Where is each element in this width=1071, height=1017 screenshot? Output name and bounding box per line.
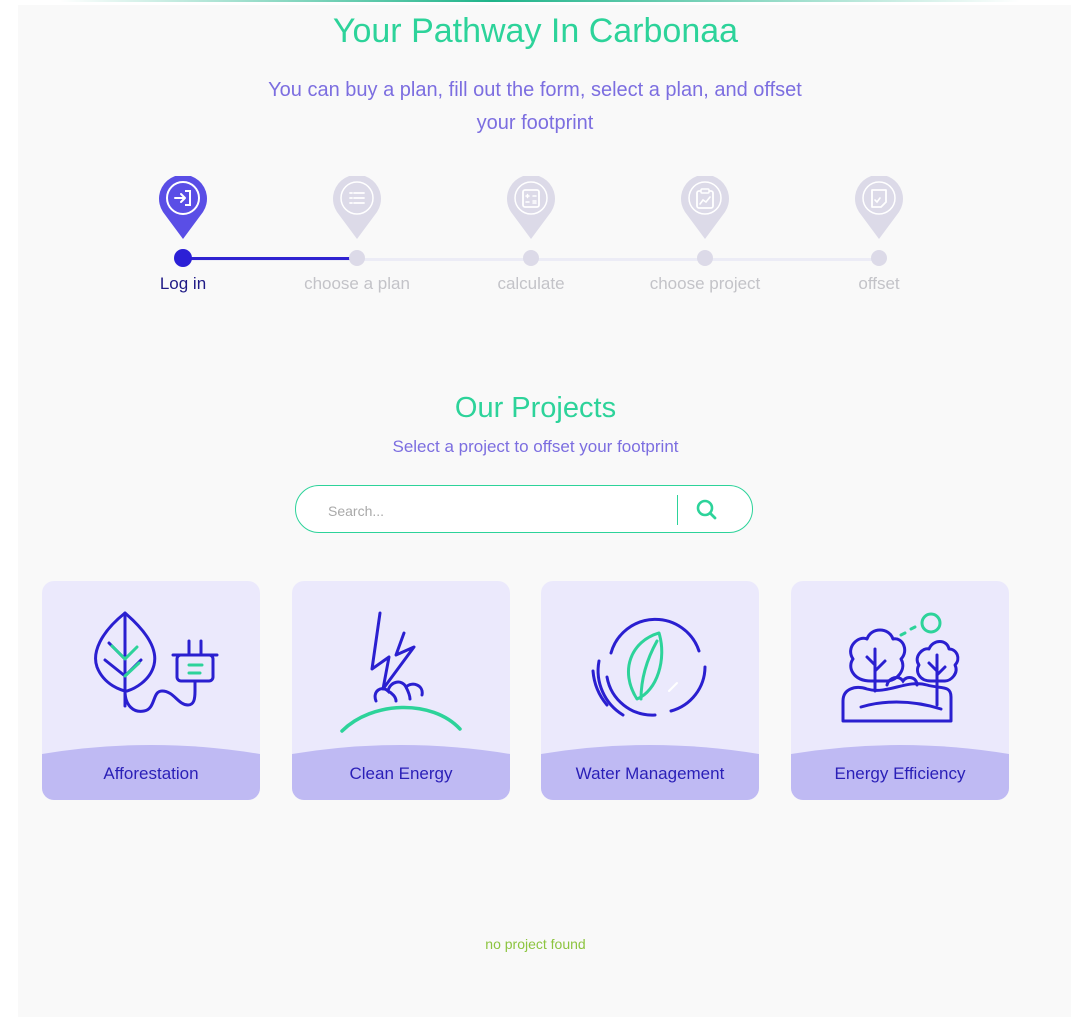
projects-title: Our Projects [454, 392, 617, 424]
step-dot [871, 250, 887, 266]
search-input[interactable] [326, 498, 660, 524]
document-check-icon [855, 176, 903, 239]
step-dot [174, 249, 192, 267]
card-label: Energy Efficiency [834, 764, 966, 783]
water-leaf-circle-icon [591, 617, 707, 717]
trees-landscape-icon [841, 612, 960, 723]
empty-state-message: no project found [485, 936, 586, 952]
clipboard-chart-icon [681, 176, 729, 239]
leaf-plug-icon [94, 611, 219, 713]
page-title: Your Pathway In Carbonaa [332, 12, 739, 50]
step-label: calculate [497, 274, 565, 293]
project-card-energy-efficiency[interactable]: Energy Efficiency [791, 581, 1009, 800]
page-subtitle: You can buy a plan, fill out the form, s… [268, 79, 802, 134]
login-icon [159, 176, 207, 239]
card-label: Clean Energy [349, 764, 453, 783]
lightning-ground-icon [340, 611, 462, 733]
project-card-afforestation[interactable]: Afforestation [42, 581, 260, 800]
project-card-clean-energy[interactable]: Clean Energy [292, 581, 510, 800]
search-icon[interactable] [691, 494, 723, 526]
search-bar [295, 485, 753, 533]
step-dot [349, 250, 365, 266]
step-label: Log in [159, 274, 207, 293]
card-label: Afforestation [103, 764, 199, 783]
project-card-water-management[interactable]: Water Management [541, 581, 759, 800]
step-dot [697, 250, 713, 266]
step-label: offset [858, 274, 900, 293]
step-label: choose a plan [304, 274, 410, 293]
top-divider [60, 0, 1020, 2]
step-label: choose project [649, 274, 761, 293]
step-dot [523, 250, 539, 266]
calculator-icon [507, 176, 555, 239]
stepper-track-progress [183, 257, 357, 260]
search-divider [677, 495, 678, 525]
card-label: Water Management [575, 764, 725, 783]
list-icon [333, 176, 381, 239]
projects-subtitle: Select a project to offset your footprin… [392, 437, 679, 456]
